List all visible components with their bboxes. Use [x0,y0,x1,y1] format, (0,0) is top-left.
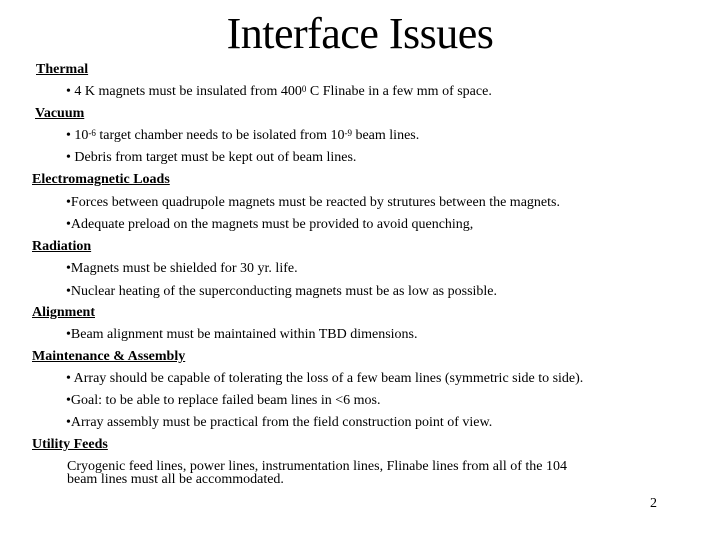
section-heading-utility-feeds: Utility Feeds [32,437,108,452]
section-heading-maintenance-assembly: Maintenance & Assembly [32,349,186,364]
bullet-text: • 4 K magnets must be insulated from 400 [66,84,302,99]
bullet-text: • 10 [66,128,89,143]
bullet-item: •Magnets must be shielded for 30 yr. lif… [66,261,298,276]
bullet-item: • Array should be capable of tolerating … [66,371,584,386]
bullet-text: target chamber needs to be isolated from… [95,128,345,143]
bullet-item: •Beam alignment must be maintained withi… [66,327,418,342]
bullet-item: •Forces between quadrupole magnets must … [66,195,560,210]
section-heading-thermal: Thermal [36,62,89,77]
bullet-item: • Debris from target must be kept out of… [66,150,357,165]
bullet-text: beam lines. [351,128,420,143]
section-heading-radiation: Radiation [32,239,92,254]
bullet-item: •Nuclear heating of the superconducting … [66,284,498,299]
page-number: 2 [650,496,657,511]
bullet-item: • 10-6 target chamber needs to be isolat… [66,128,419,144]
section-heading-electromagnetic-loads: Electromagnetic Loads [32,172,170,187]
superscript: -9 [344,128,352,138]
superscript: 0 [301,84,307,94]
section-heading-vacuum: Vacuum [35,106,85,121]
bullet-item: •Goal: to be able to replace failed beam… [66,393,381,408]
section-heading-alignment: Alignment [32,305,95,320]
bullet-text: C Flinabe in a few mm of space. [306,84,492,99]
paragraph-line: beam lines must all be accommodated. [67,472,284,487]
bullet-item: • 4 K magnets must be insulated from 400… [66,84,492,100]
bullet-item: •Adequate preload on the magnets must be… [66,217,474,232]
slide-title: Interface Issues [226,9,494,58]
superscript: -6 [88,128,96,138]
bullet-item: •Array assembly must be practical from t… [66,415,493,430]
